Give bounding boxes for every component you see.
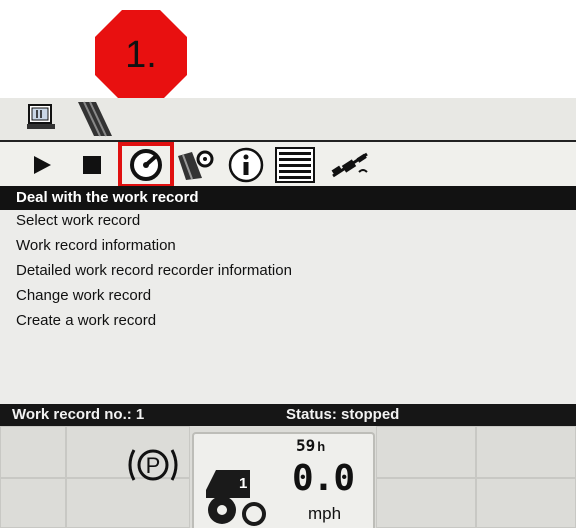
terminal-screen: Deal with the work record Select work re… <box>0 98 576 528</box>
empty-slot[interactable] <box>476 426 576 478</box>
field-settings-icon[interactable] <box>176 146 216 184</box>
park-label: P <box>146 453 161 478</box>
status-bar: Work record no.: 1 Status: stopped <box>0 404 576 426</box>
menu-item-change-work-record[interactable]: Change work record <box>16 286 151 306</box>
terminal-icon[interactable] <box>26 102 56 137</box>
step-number: 1. <box>125 34 157 76</box>
engine-hours: 59 h <box>296 436 325 455</box>
empty-slot[interactable] <box>376 478 476 528</box>
hours-value: 59 <box>296 436 316 455</box>
speed-panel[interactable]: 1 59 h 0.0 mph <box>192 432 375 528</box>
play-icon[interactable] <box>30 146 54 184</box>
speed-unit: mph <box>308 504 342 523</box>
parking-brake-indicator: P <box>124 442 182 488</box>
step-callout: 1. <box>95 10 187 102</box>
menu-item-detailed-recorder-information[interactable]: Detailed work record recorder informatio… <box>16 261 292 281</box>
list-icon[interactable] <box>274 146 316 184</box>
empty-slot[interactable] <box>0 478 66 528</box>
empty-slot[interactable] <box>376 426 476 478</box>
empty-slot[interactable] <box>0 426 66 478</box>
menu-item-select-work-record[interactable]: Select work record <box>16 211 140 231</box>
stop-icon[interactable] <box>80 146 104 184</box>
top-bar <box>0 98 576 140</box>
work-record-counter-icon[interactable] <box>118 142 174 188</box>
dashboard: P 1 59 h 0.0 mph <box>0 426 576 528</box>
menu-item-create-work-record[interactable]: Create a work record <box>16 311 156 331</box>
toolbar <box>0 140 576 189</box>
menu-item-work-record-information[interactable]: Work record information <box>16 236 176 256</box>
work-record-number: Work record no.: 1 <box>12 406 145 423</box>
hours-unit: h <box>317 439 326 454</box>
speed-value: 0.0 <box>292 458 355 499</box>
gear-badge: 1 <box>239 475 247 492</box>
work-record-menu: Deal with the work record Select work re… <box>0 186 576 404</box>
tractor-icon: 1 <box>202 464 266 528</box>
empty-slot[interactable] <box>476 478 576 528</box>
info-icon[interactable] <box>226 146 266 184</box>
gps-satellite-icon[interactable] <box>328 146 372 184</box>
record-status: Status: stopped <box>286 406 400 423</box>
field-map-icon[interactable] <box>74 100 114 143</box>
parking-brake-icon: P <box>128 449 178 481</box>
menu-header[interactable]: Deal with the work record <box>0 186 576 210</box>
